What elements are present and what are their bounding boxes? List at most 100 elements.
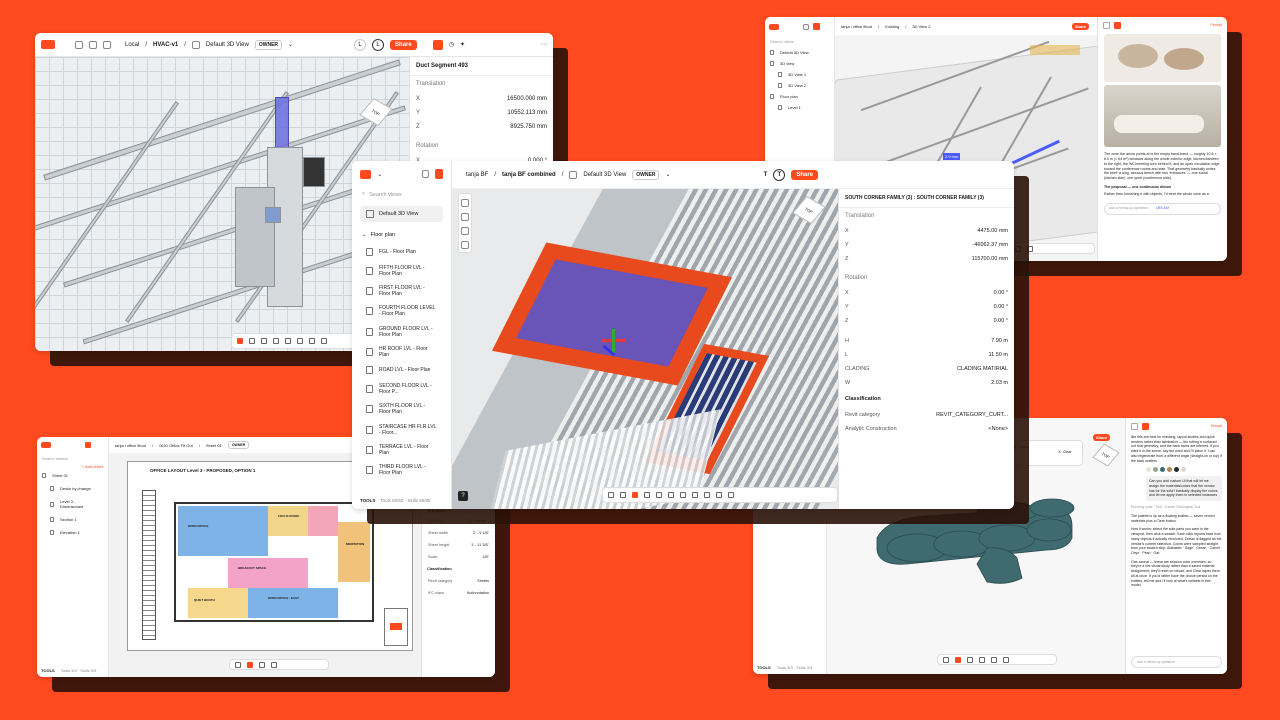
clear-button[interactable]: ✕ Clear bbox=[1058, 450, 1072, 454]
breadcrumb-local[interactable]: Local bbox=[125, 42, 139, 48]
tools-label[interactable]: TOOLS bbox=[757, 665, 771, 670]
box-tool-icon[interactable] bbox=[680, 492, 686, 498]
rotation-value[interactable]: 0.00 ° bbox=[994, 304, 1008, 310]
sparkle-icon[interactable] bbox=[1114, 22, 1121, 29]
select-tool-icon[interactable] bbox=[632, 492, 638, 498]
view-selector[interactable]: 3D View 2 bbox=[912, 24, 930, 29]
translation-value[interactable]: 4475.00 mm bbox=[977, 228, 1008, 234]
breadcrumb-model[interactable]: 0631 Office Fit Out bbox=[159, 443, 193, 448]
pencil-tool-icon[interactable] bbox=[259, 661, 265, 668]
chevron-down-icon[interactable]: ⌄ bbox=[288, 41, 293, 48]
breadcrumb-project[interactable]: tanja BF bbox=[466, 172, 488, 178]
measure-tool-icon[interactable] bbox=[249, 338, 255, 344]
settings-tool-icon[interactable] bbox=[716, 492, 722, 498]
app-logo[interactable] bbox=[769, 23, 779, 30]
camera-tool-icon[interactable] bbox=[991, 656, 997, 663]
sidebar-item-floor-plan[interactable]: FIFTH FLOOR LVL - Floor Plan bbox=[352, 260, 451, 280]
translation-value[interactable]: 115700.00 mm bbox=[972, 256, 1008, 262]
tree-item[interactable]: Sheet 01 bbox=[37, 469, 108, 482]
tree-item[interactable]: Desks by change bbox=[37, 482, 108, 495]
breadcrumb-project[interactable]: tanja l office fitout bbox=[841, 24, 872, 29]
move-icon[interactable] bbox=[803, 23, 809, 30]
sparkle-icon[interactable]: ✦ bbox=[460, 41, 465, 48]
tree-item[interactable]: 3D view bbox=[765, 58, 834, 69]
box-tool-icon[interactable] bbox=[285, 338, 291, 344]
table-tool-icon[interactable] bbox=[309, 338, 315, 344]
tree-item[interactable]: Level 3 - Dimensioned bbox=[37, 495, 108, 513]
sidebar-item-floor-plan[interactable]: FOURTH FLOOR LEVEL - Floor Plan bbox=[352, 301, 451, 321]
rotation-value[interactable]: 0.00 ° bbox=[994, 290, 1008, 296]
app-logo[interactable] bbox=[41, 442, 51, 448]
view-selector[interactable]: Default 3D View bbox=[583, 172, 626, 178]
classification-value[interactable]: REVIT_CATEGORY_CURT... bbox=[936, 412, 1008, 418]
floor-plan-group[interactable]: ⌄ Floor plan bbox=[352, 226, 451, 244]
breadcrumb-model[interactable]: Existing bbox=[885, 24, 899, 29]
share-button[interactable]: Share bbox=[791, 169, 818, 180]
dimension-value[interactable]: 7.90 m bbox=[991, 338, 1008, 344]
tools-label[interactable]: TOOLS bbox=[41, 668, 55, 673]
view-cube[interactable]: TOP bbox=[1092, 443, 1120, 467]
panel-toggle-icon[interactable] bbox=[813, 23, 820, 30]
folder-icon[interactable] bbox=[103, 40, 111, 49]
box-tool-icon[interactable] bbox=[271, 661, 277, 668]
classification-value[interactable]: IfcAnnotation bbox=[467, 591, 489, 595]
sheet-prop-value[interactable]: 1/8" bbox=[482, 555, 489, 559]
tree-item[interactable]: Elevation 1 bbox=[37, 526, 108, 539]
tree-item[interactable]: Floor plan bbox=[765, 91, 834, 102]
sidebar-item-floor-plan[interactable]: GROUND FLOOR LVL - Floor Plan bbox=[352, 322, 451, 342]
layers-icon[interactable] bbox=[461, 213, 469, 221]
breadcrumb-model[interactable]: tanja BF combined bbox=[502, 172, 556, 178]
camera-tool-icon[interactable] bbox=[692, 492, 698, 498]
tree-item[interactable]: 3D View 2 bbox=[765, 80, 834, 91]
facade-viewport[interactable]: TOP ? bbox=[452, 189, 838, 509]
sidebar-item-floor-plan[interactable]: FGL - Floor Plan bbox=[352, 244, 451, 260]
dimension-value[interactable]: CLADING MATIRIAL bbox=[957, 366, 1008, 372]
sidebar-item-floor-plan[interactable]: HR ROOF LVL - Floor Plan bbox=[352, 342, 451, 362]
sidebar-item-floor-plan[interactable]: THIRD FLOOR LVL - Floor Plan bbox=[352, 460, 451, 480]
chevron-down-icon[interactable]: ⌄ bbox=[665, 171, 670, 178]
search-input[interactable]: Search views bbox=[765, 36, 834, 47]
panel-toggle-icon[interactable] bbox=[1131, 423, 1138, 430]
sidebar-item-default-3d[interactable]: Default 3D View bbox=[360, 206, 443, 222]
prompt-label[interactable]: Prompt bbox=[1211, 424, 1222, 429]
camera-tool-icon[interactable] bbox=[297, 338, 303, 344]
section-tool-icon[interactable] bbox=[656, 492, 662, 498]
pencil-tool-icon[interactable] bbox=[668, 492, 674, 498]
redo-icon[interactable] bbox=[620, 492, 626, 498]
tree-item[interactable]: Section 1 bbox=[37, 513, 108, 526]
panel-toggle-icon[interactable] bbox=[1103, 22, 1110, 29]
grid-icon[interactable] bbox=[461, 227, 469, 235]
pencil-tool-icon[interactable] bbox=[273, 338, 279, 344]
avatar[interactable]: L bbox=[354, 38, 367, 51]
sidebar-item-floor-plan[interactable]: SIXTH FLOOR LVL - Floor Plan bbox=[352, 399, 451, 419]
sidebar-item-floor-plan[interactable]: SECOND FLOOR LVL - Floor P... bbox=[352, 379, 451, 399]
search-input[interactable]: Search sheets bbox=[42, 456, 68, 461]
panel-toggle-icon[interactable] bbox=[85, 442, 91, 448]
select-tool-icon[interactable] bbox=[237, 338, 243, 344]
share-button[interactable]: Share bbox=[1071, 22, 1089, 30]
classification-value[interactable]: Sheets bbox=[477, 579, 489, 583]
attachment-link[interactable]: LBS AM bbox=[1156, 206, 1169, 211]
avatar-active[interactable]: L bbox=[372, 38, 385, 51]
chevron-down-icon[interactable]: ⌄ bbox=[377, 171, 382, 178]
settings-tool-icon[interactable] bbox=[321, 338, 327, 344]
sparkle-icon[interactable] bbox=[1142, 423, 1149, 430]
camera-icon[interactable] bbox=[422, 170, 430, 178]
section-tool-icon[interactable] bbox=[261, 338, 267, 344]
rotation-value[interactable]: 0.00 ° bbox=[994, 318, 1008, 324]
select-tool-icon[interactable] bbox=[247, 661, 253, 668]
app-logo[interactable] bbox=[41, 40, 55, 49]
translation-value[interactable]: 8925.750 mm bbox=[510, 124, 547, 130]
dimension-value[interactable]: 2.03 m bbox=[991, 380, 1008, 386]
tools-label[interactable]: TOOLS bbox=[360, 498, 375, 503]
orbit-icon[interactable] bbox=[461, 199, 469, 207]
more-icon[interactable]: ⋯ bbox=[541, 41, 547, 48]
undo-icon[interactable] bbox=[943, 656, 949, 663]
translation-value[interactable]: 10552.113 mm bbox=[507, 110, 547, 116]
translation-value[interactable]: 16500.000 mm bbox=[507, 96, 547, 102]
table-tool-icon[interactable] bbox=[704, 492, 710, 498]
dimension-value[interactable]: 11.50 m bbox=[989, 352, 1008, 358]
follow-up-input[interactable]: Ask a follow-up question bbox=[1131, 656, 1222, 668]
undo-icon[interactable] bbox=[235, 661, 241, 668]
history-icon[interactable]: ◷ bbox=[449, 41, 454, 48]
